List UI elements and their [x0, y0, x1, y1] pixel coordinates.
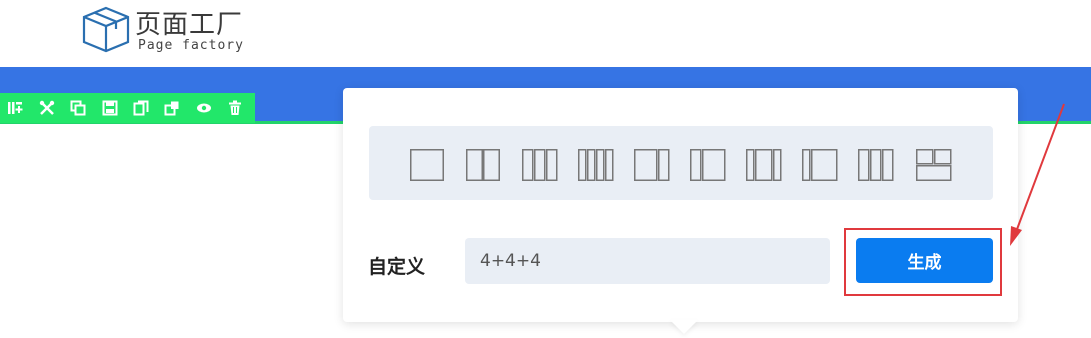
- editor-toolbar: [0, 93, 255, 123]
- duplicate-icon[interactable]: [130, 96, 153, 120]
- layout-3-col[interactable]: [522, 149, 558, 181]
- cube-box-icon: [82, 6, 130, 53]
- popup-arrow: [670, 320, 698, 334]
- annotation-highlight-box: [844, 228, 1002, 296]
- layout-1-col[interactable]: [410, 149, 444, 181]
- copy-icon[interactable]: [67, 96, 90, 120]
- custom-label: 自定义: [368, 256, 426, 278]
- layout-narrow-wide-b[interactable]: [802, 149, 838, 181]
- export-icon[interactable]: [161, 96, 184, 120]
- layout-2-col[interactable]: [466, 149, 500, 181]
- layout-wide-narrow[interactable]: [634, 149, 670, 181]
- layout-3-col-b[interactable]: [858, 149, 894, 181]
- custom-layout-input[interactable]: [465, 238, 830, 284]
- eye-icon[interactable]: [192, 96, 215, 120]
- logo-subtitle: Page factory: [138, 38, 244, 53]
- layout-add-icon[interactable]: [4, 96, 27, 120]
- save-icon[interactable]: [98, 96, 121, 120]
- logo-title: 页面工厂: [135, 10, 244, 40]
- layout-4-col[interactable]: [578, 149, 614, 181]
- layout-2x2-grid[interactable]: [916, 149, 952, 181]
- tools-icon[interactable]: [35, 96, 58, 120]
- layout-1-2-1[interactable]: [746, 149, 782, 181]
- trash-icon[interactable]: [224, 96, 247, 120]
- layout-options-panel: [369, 126, 993, 200]
- layout-narrow-wide[interactable]: [690, 149, 726, 181]
